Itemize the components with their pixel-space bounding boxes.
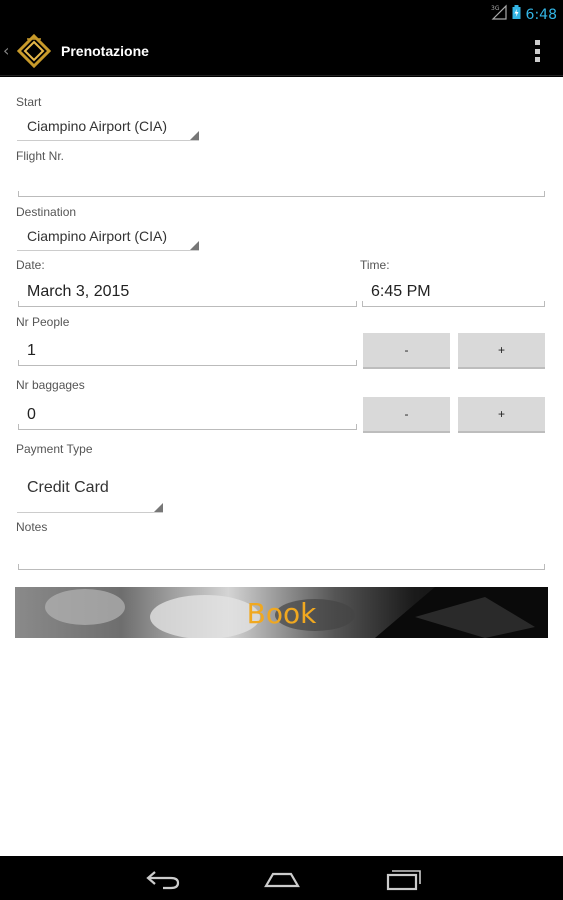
input-underline: [18, 564, 545, 570]
people-plus-button[interactable]: +: [458, 333, 545, 369]
input-underline: [18, 424, 357, 430]
dropdown-arrow-icon: [154, 503, 163, 512]
input-underline: [362, 301, 545, 307]
recent-apps-icon[interactable]: [383, 866, 423, 892]
dropdown-arrow-icon: [190, 241, 199, 250]
destination-value: Ciampino Airport (CIA): [27, 228, 168, 244]
payment-label: Payment Type: [16, 442, 93, 456]
navigation-bar: [0, 856, 563, 900]
payment-spinner[interactable]: Credit Card: [17, 475, 163, 513]
input-underline: [18, 191, 545, 197]
back-icon[interactable]: [143, 866, 183, 892]
overflow-menu-icon[interactable]: [535, 40, 541, 62]
input-underline: [18, 360, 357, 366]
people-input[interactable]: 1: [18, 332, 357, 366]
signal-icon: 3G: [491, 4, 507, 25]
people-minus-button[interactable]: -: [363, 333, 450, 369]
date-field[interactable]: March 3, 2015: [18, 273, 357, 307]
start-value: Ciampino Airport (CIA): [27, 118, 168, 134]
clock: 6:48: [525, 6, 557, 23]
baggages-label: Nr baggages: [16, 378, 85, 392]
notes-label: Notes: [16, 520, 48, 534]
baggages-input[interactable]: 0: [18, 396, 357, 430]
time-label: Time:: [360, 258, 390, 272]
notes-input[interactable]: [18, 536, 545, 570]
diamond-logo-icon: [17, 34, 51, 68]
start-spinner[interactable]: Ciampino Airport (CIA): [17, 115, 199, 141]
baggages-plus-button[interactable]: +: [458, 397, 545, 433]
status-icons: 3G 6:48: [491, 4, 557, 25]
destination-spinner[interactable]: Ciampino Airport (CIA): [17, 225, 199, 251]
date-label: Date:: [16, 258, 45, 272]
network-type: 3G: [491, 5, 500, 12]
people-label: Nr People: [16, 315, 70, 329]
start-label: Start: [16, 95, 42, 109]
destination-label: Destination: [16, 205, 77, 219]
dropdown-arrow-icon: [190, 131, 199, 140]
date-value: March 3, 2015: [27, 283, 130, 300]
booking-form: Start Ciampino Airport (CIA) Flight Nr. …: [0, 77, 563, 856]
action-bar: ‹ Prenotazione: [0, 26, 563, 76]
book-label: Book: [246, 597, 317, 630]
baggages-value: 0: [27, 406, 36, 423]
baggages-minus-button[interactable]: -: [363, 397, 450, 433]
flight-nr-input[interactable]: [18, 163, 545, 197]
book-button[interactable]: Book: [15, 587, 548, 638]
up-caret-icon: ‹: [3, 41, 10, 60]
home-icon[interactable]: [262, 866, 302, 892]
flight-nr-label: Flight Nr.: [16, 149, 65, 163]
screen-title: Prenotazione: [61, 43, 149, 59]
time-value: 6:45 PM: [371, 283, 431, 300]
battery-icon: [512, 5, 521, 24]
people-value: 1: [27, 342, 36, 359]
input-underline: [18, 301, 357, 307]
time-field[interactable]: 6:45 PM: [362, 273, 545, 307]
status-bar: 3G 6:48: [0, 0, 563, 26]
payment-value: Credit Card: [27, 479, 109, 496]
